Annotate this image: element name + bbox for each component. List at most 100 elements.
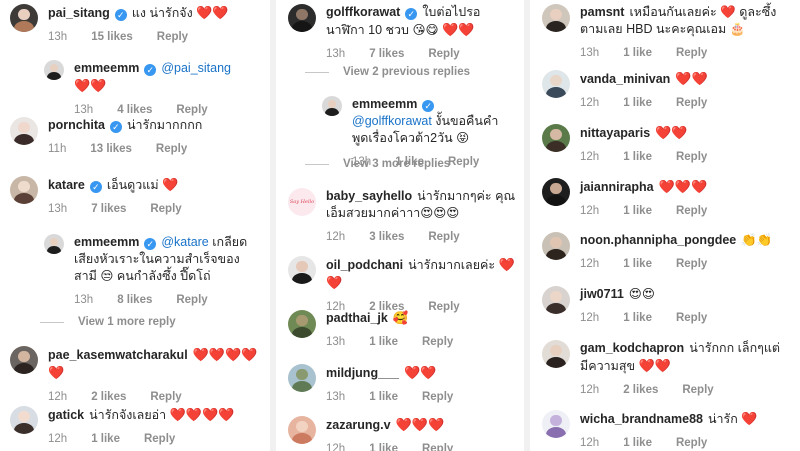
reply-button[interactable]: Reply [676, 435, 707, 451]
view-previous-replies-link[interactable]: View 2 previous replies [305, 66, 470, 78]
reply-button[interactable]: Reply [428, 229, 459, 246]
avatar[interactable] [288, 416, 316, 444]
reply-button[interactable]: Reply [422, 441, 453, 451]
likes-count-link[interactable]: 2 likes [91, 389, 126, 406]
avatar[interactable] [10, 346, 38, 374]
likes-count-link[interactable]: 13 likes [90, 141, 132, 158]
comment-timestamp: 12h [326, 231, 346, 243]
comment-timestamp: 13h [580, 47, 600, 59]
avatar[interactable] [44, 60, 64, 80]
likes-count-link[interactable]: 15 likes [91, 29, 133, 46]
reply-button[interactable]: Reply [676, 95, 707, 112]
comment-text: น่ารักมากเลยค่ะ [408, 258, 496, 272]
avatar[interactable] [288, 4, 316, 32]
avatar-body [14, 21, 34, 32]
comment-content: jiw0711 😍😍 12h 1 like Reply [580, 286, 785, 327]
reply-button[interactable]: Reply [448, 154, 479, 171]
view-more-replies-link[interactable]: View 3 more replies [305, 158, 450, 170]
username-link[interactable]: jaiannirapha [580, 180, 654, 194]
username-link[interactable]: pae_kasemwatcharakul [48, 348, 188, 362]
avatar[interactable] [10, 117, 38, 145]
username-link[interactable]: vanda_minivan [580, 72, 670, 86]
avatar[interactable]: Say Hello [288, 188, 316, 216]
avatar[interactable] [542, 232, 570, 260]
username-link[interactable]: pamsnt [580, 5, 624, 19]
likes-count-link[interactable]: 1 like [369, 334, 398, 351]
comment: zazarung.v ❤️❤️❤️ 12h 1 like Reply [288, 416, 516, 451]
avatar[interactable] [10, 406, 38, 434]
username-link[interactable]: noon.phannipha_pongdee [580, 233, 736, 247]
username-link[interactable]: emmeemm [352, 97, 417, 111]
likes-count-link[interactable]: 2 likes [623, 382, 658, 399]
username-link[interactable]: pai_sitang [48, 6, 110, 20]
username-link[interactable]: nittayaparis [580, 126, 650, 140]
username-link[interactable]: mildjung___ [326, 366, 399, 380]
reply-button[interactable]: Reply [144, 431, 175, 448]
likes-count-link[interactable]: 7 likes [91, 201, 126, 218]
avatar[interactable] [542, 70, 570, 98]
mention-link[interactable]: @katare [161, 235, 208, 249]
mention-link[interactable]: @pai_sitang [161, 61, 231, 75]
username-link[interactable]: gam_kodchapron [580, 341, 684, 355]
reply-button[interactable]: Reply [150, 201, 181, 218]
comment-meta: 13h 1 like Reply [326, 389, 516, 406]
likes-count-link[interactable]: 1 like [623, 310, 652, 327]
likes-count-link[interactable]: 8 likes [117, 292, 152, 309]
likes-count-link[interactable]: 1 like [623, 45, 652, 62]
avatar[interactable] [542, 340, 570, 368]
reply-button[interactable]: Reply [676, 203, 707, 220]
likes-count-link[interactable]: 7 likes [369, 46, 404, 63]
username-link[interactable]: gatick [48, 408, 84, 422]
likes-count-link[interactable]: 1 like [623, 256, 652, 273]
comment: golffkorawat ✓ ใบต่อไปรอนาฬิกา 10 ชวบ 😘😋 ❤… [288, 4, 516, 63]
username-link[interactable]: emmeemm [74, 61, 139, 75]
reply-button[interactable]: Reply [157, 29, 188, 46]
avatar[interactable] [10, 4, 38, 32]
reply-button[interactable]: Reply [150, 389, 181, 406]
reply-button[interactable]: Reply [156, 141, 187, 158]
username-link[interactable]: oil_podchani [326, 258, 403, 272]
likes-count-link[interactable]: 1 like [623, 95, 652, 112]
avatar[interactable] [288, 364, 316, 392]
comment-timestamp: 13h [326, 336, 346, 348]
avatar[interactable] [288, 256, 316, 284]
likes-count-link[interactable]: 1 like [91, 431, 120, 448]
username-link[interactable]: katare [48, 178, 85, 192]
reply-button[interactable]: Reply [428, 46, 459, 63]
likes-count-link[interactable]: 1 like [623, 203, 652, 220]
username-link[interactable]: jiw0711 [580, 287, 624, 301]
reply-button[interactable]: Reply [682, 382, 713, 399]
username-link[interactable]: emmeemm [74, 235, 139, 249]
likes-count-link[interactable]: 3 likes [369, 229, 404, 246]
view-more-replies-link[interactable]: View 1 more reply [40, 316, 176, 328]
username-link[interactable]: zazarung.v [326, 418, 391, 432]
avatar[interactable] [542, 178, 570, 206]
avatar[interactable] [542, 4, 570, 32]
avatar[interactable] [542, 286, 570, 314]
likes-count-link[interactable]: 1 like [369, 441, 398, 451]
username-link[interactable]: padthai_jk [326, 311, 388, 325]
avatar[interactable] [44, 234, 64, 254]
reply-button[interactable]: Reply [676, 256, 707, 273]
avatar[interactable] [542, 124, 570, 152]
username-link[interactable]: baby_sayhello [326, 189, 412, 203]
avatar[interactable] [322, 96, 342, 116]
avatar[interactable] [542, 410, 570, 438]
likes-count-link[interactable]: 1 like [369, 389, 398, 406]
comment-meta: 12h 2 likes Reply [48, 389, 258, 406]
reply-button[interactable]: Reply [676, 45, 707, 62]
likes-count-link[interactable]: 1 like [623, 149, 652, 166]
reply-button[interactable]: Reply [422, 389, 453, 406]
likes-count-link[interactable]: 1 like [623, 435, 652, 451]
reply-button[interactable]: Reply [676, 149, 707, 166]
username-link[interactable]: wicha_brandname88 [580, 412, 703, 426]
avatar[interactable] [288, 310, 316, 338]
comment-timestamp: 12h [326, 443, 346, 451]
username-link[interactable]: pornchita [48, 118, 105, 132]
reply-button[interactable]: Reply [676, 310, 707, 327]
mention-link[interactable]: @golffkorawat [352, 114, 432, 128]
username-link[interactable]: golffkorawat [326, 5, 400, 19]
avatar[interactable] [10, 176, 38, 204]
reply-button[interactable]: Reply [422, 334, 453, 351]
reply-button[interactable]: Reply [176, 292, 207, 309]
